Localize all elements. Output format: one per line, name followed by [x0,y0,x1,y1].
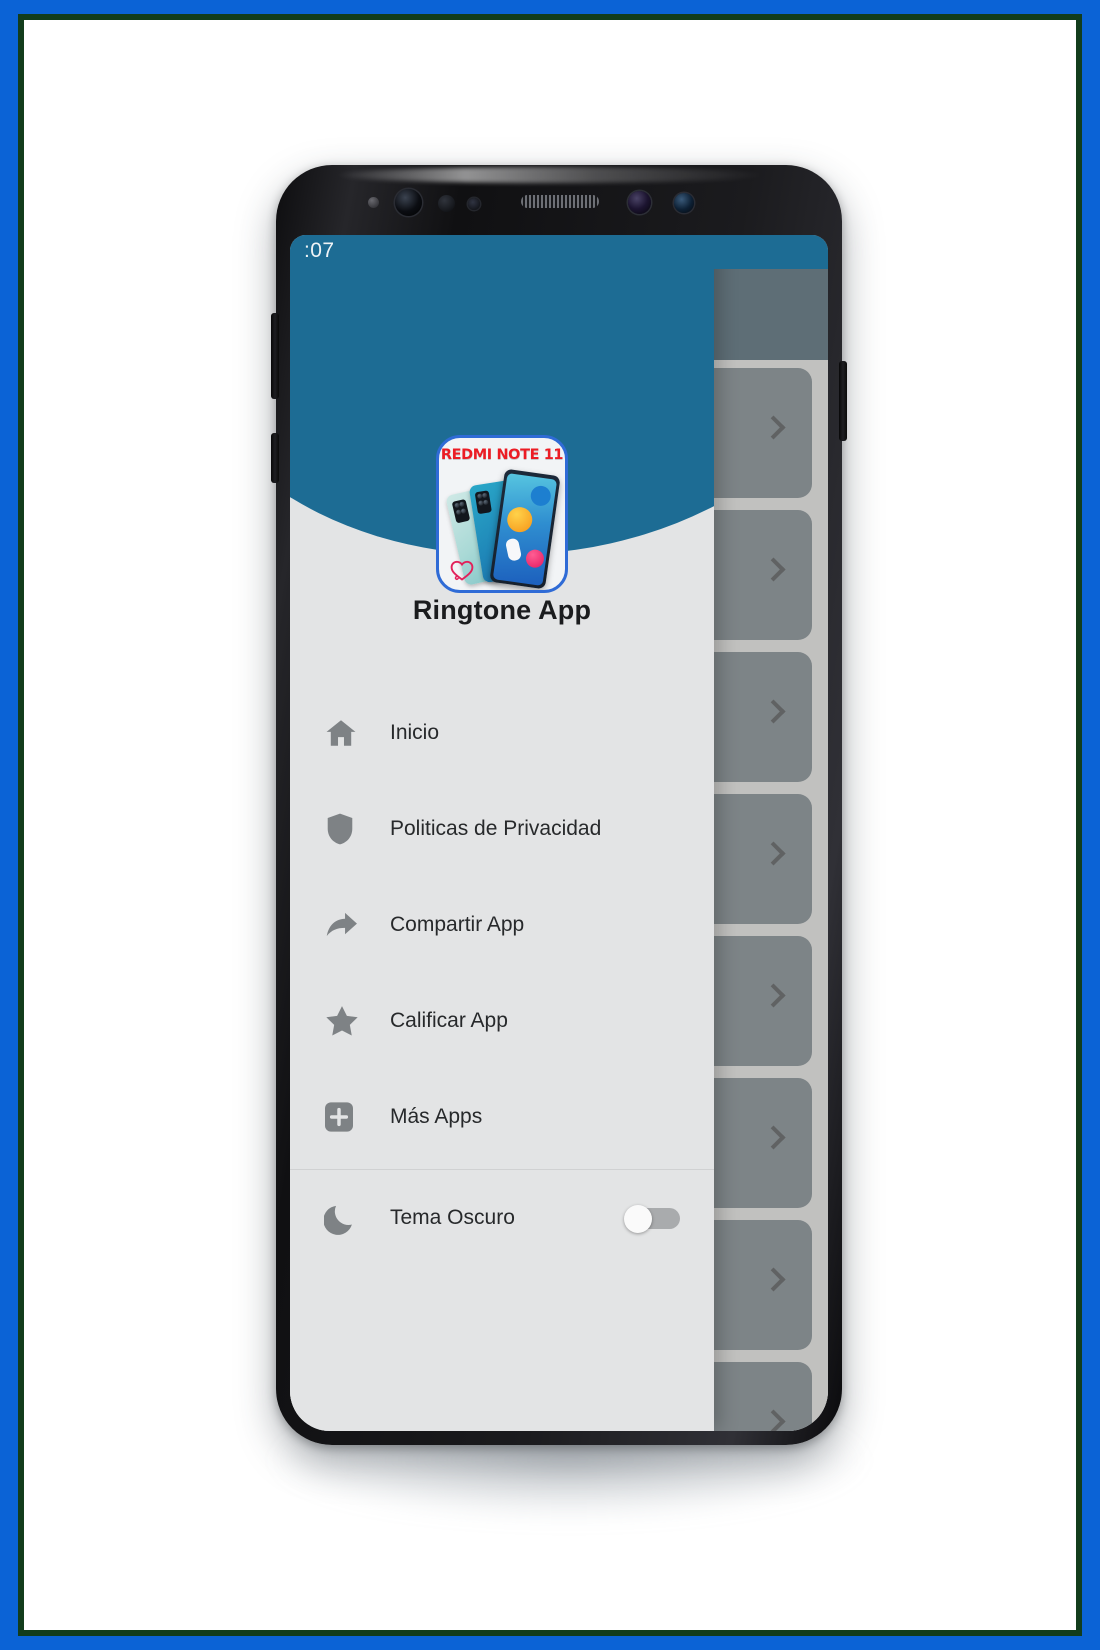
moon-icon [324,1201,376,1235]
front-camera-icon [395,189,422,216]
earpiece-speaker-icon [521,195,599,208]
sidebar-item-label: Politicas de Privacidad [390,817,602,840]
sidebar-item-label: Calificar App [390,1009,508,1032]
assistant-button[interactable] [271,433,279,483]
sidebar-item-label: Inicio [390,721,440,744]
status-bar-clock: :07 [304,239,335,262]
page-frame: REDMI NOTE 11 Ringtone App Inicio Politi… [0,0,1100,1650]
phone-device: REDMI NOTE 11 Ringtone App Inicio Politi… [271,165,847,1445]
proximity-sensor-icon [438,195,455,212]
dark-theme-toggle[interactable] [624,1205,680,1233]
plus-box-icon [324,1101,376,1133]
sidebar-item-label: Tema Oscuro [390,1206,515,1229]
top-bezel [276,165,842,235]
camera-bump-icon [474,490,492,515]
power-button[interactable] [839,361,847,441]
toggle-knob [624,1205,652,1233]
status-bar: :07 [290,235,828,269]
sidebar-item-label: Compartir App [390,913,525,936]
navigation-drawer: REDMI NOTE 11 Ringtone App Inicio Politi… [290,235,714,1431]
app-icon-badge-text: REDMI NOTE 11 [440,447,564,463]
sidebar-item-compartir[interactable]: Compartir App [290,877,714,973]
notification-led-icon [368,197,379,208]
camera-bump-icon [451,498,471,524]
drawer-menu: Inicio Politicas de Privacidad Compartir… [290,685,714,1266]
light-sensor-icon [468,198,480,210]
sidebar-item-tema-oscuro[interactable]: Tema Oscuro [290,1170,714,1266]
sidebar-item-mas-apps[interactable]: Más Apps [290,1069,714,1165]
page-canvas: REDMI NOTE 11 Ringtone App Inicio Politi… [24,20,1076,1630]
home-icon [324,716,376,750]
infrared-sensor-icon [674,193,694,213]
sidebar-item-privacidad[interactable]: Politicas de Privacidad [290,781,714,877]
sidebar-item-calificar[interactable]: Calificar App [290,973,714,1069]
page-title: Ringtone App [412,595,592,625]
star-icon [324,1004,376,1038]
share-arrow-icon [324,909,376,941]
app-icon: REDMI NOTE 11 [436,435,568,593]
phone-screen: REDMI NOTE 11 Ringtone App Inicio Politi… [290,235,828,1431]
volume-button[interactable] [271,313,279,399]
phone-illustration-wallpaper [492,473,558,586]
sidebar-item-label: Más Apps [390,1105,483,1128]
iris-scanner-icon [628,191,651,214]
sidebar-item-inicio[interactable]: Inicio [290,685,714,781]
shield-icon [324,812,376,846]
heart-icon [450,560,474,581]
